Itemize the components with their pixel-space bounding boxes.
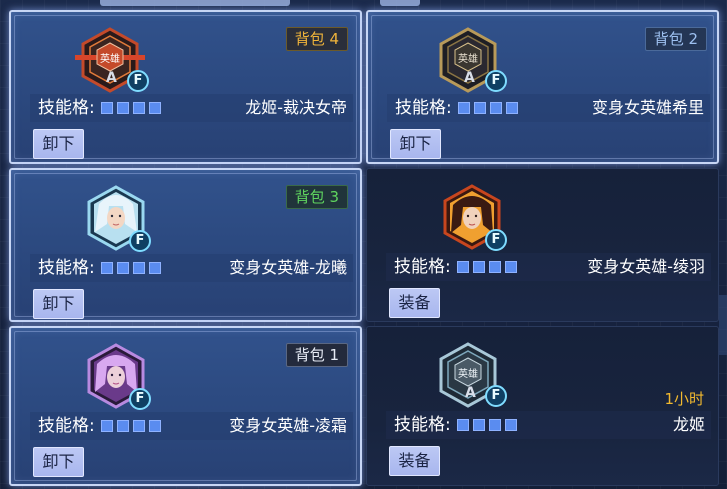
f-badge-icon[interactable]: F	[485, 70, 507, 92]
skill-slot[interactable]	[133, 102, 145, 114]
hero-card[interactable]: 背包 3 F 技能格: 变身女英雄-龙曦 卸下	[9, 168, 362, 322]
skill-slot[interactable]	[133, 262, 145, 274]
unequip-button[interactable]: 卸下	[33, 289, 84, 319]
emblem-label: 英雄	[100, 52, 120, 65]
skill-label: 技能格:	[38, 416, 95, 436]
hero-card[interactable]: 英雄 A F 1小时 技能格: 龙姬 装备	[366, 326, 719, 486]
skill-slots	[457, 419, 517, 431]
skill-label: 技能格:	[38, 98, 95, 118]
skill-slot[interactable]	[457, 419, 469, 431]
skill-slot[interactable]	[457, 261, 469, 273]
equip-button[interactable]: 装备	[389, 288, 440, 318]
hero-card[interactable]: 背包 4 英雄 A F 技能格: 龙姬-裁决女帝 卸下	[9, 10, 362, 164]
hero-name: 变身女英雄-绫羽	[587, 257, 705, 276]
rank-label: A	[464, 70, 475, 86]
info-row: 技能格: 变身女英雄-绫羽	[386, 253, 711, 281]
equip-button[interactable]: 装备	[389, 446, 440, 476]
skill-slot[interactable]	[149, 262, 161, 274]
hero-name: 龙姬	[672, 415, 705, 434]
skill-slot[interactable]	[117, 102, 129, 114]
unequip-button[interactable]: 卸下	[33, 447, 84, 477]
unequip-button[interactable]: 卸下	[33, 129, 84, 159]
skill-slot[interactable]	[101, 420, 113, 432]
rank-label: A	[465, 385, 476, 401]
skill-slots	[101, 420, 161, 432]
skill-slot[interactable]	[117, 420, 129, 432]
f-badge-icon[interactable]: F	[129, 230, 151, 252]
skill-label: 技能格:	[394, 415, 451, 435]
hero-card[interactable]: 背包 1 F 技能格: 变身女英雄-凌霜 卸下	[9, 326, 362, 486]
bag-badge: 背包 1	[285, 343, 348, 367]
skill-label: 技能格:	[38, 258, 95, 278]
skill-slot[interactable]	[101, 102, 113, 114]
hero-card[interactable]: 背包 2 英雄 A F 技能格: 变身女英雄希里 卸下	[366, 10, 719, 164]
expiry-timer: 1小时	[664, 390, 704, 408]
bag-badge: 背包 3	[285, 185, 348, 209]
f-badge-icon[interactable]: F	[127, 70, 149, 92]
hero-card[interactable]: F 技能格: 变身女英雄-绫羽 装备	[366, 168, 719, 322]
top-edge-strip	[100, 0, 290, 6]
bag-badge: 背包 4	[285, 27, 348, 51]
top-edge-strip	[380, 0, 420, 6]
skill-slot[interactable]	[505, 261, 517, 273]
f-badge-icon[interactable]: F	[485, 385, 507, 407]
skill-slots	[101, 262, 161, 274]
skill-slot[interactable]	[473, 261, 485, 273]
emblem-label: 英雄	[458, 367, 478, 380]
skill-slot[interactable]	[149, 102, 161, 114]
skill-slot[interactable]	[473, 419, 485, 431]
skill-label: 技能格:	[394, 257, 451, 277]
hero-name: 变身女英雄希里	[591, 98, 704, 117]
skill-slot[interactable]	[458, 102, 470, 114]
info-row: 技能格: 变身女英雄希里	[387, 94, 710, 122]
skill-slot[interactable]	[489, 419, 501, 431]
info-row: 技能格: 变身女英雄-凌霜	[30, 412, 353, 440]
skill-slot[interactable]	[149, 420, 161, 432]
emblem-label: 英雄	[458, 52, 478, 65]
f-badge-icon[interactable]: F	[485, 229, 507, 251]
hero-name: 龙姬-裁决女帝	[245, 98, 347, 117]
hero-name: 变身女英雄-龙曦	[229, 258, 347, 277]
info-row: 技能格: 龙姬	[386, 411, 711, 439]
skill-slot[interactable]	[101, 262, 113, 274]
bag-badge: 背包 2	[644, 27, 707, 51]
skill-label: 技能格:	[395, 98, 452, 118]
skill-slot[interactable]	[474, 102, 486, 114]
f-badge-icon[interactable]: F	[129, 388, 151, 410]
scrollbar-edge[interactable]	[719, 295, 727, 355]
skill-slot[interactable]	[490, 102, 502, 114]
skill-slot[interactable]	[506, 102, 518, 114]
skill-slots	[458, 102, 518, 114]
rank-label: A	[106, 70, 117, 86]
skill-slot[interactable]	[489, 261, 501, 273]
skill-slot[interactable]	[133, 420, 145, 432]
hero-name: 变身女英雄-凌霜	[229, 416, 347, 435]
skill-slots	[457, 261, 517, 273]
info-row: 技能格: 龙姬-裁决女帝	[30, 94, 353, 122]
info-row: 技能格: 变身女英雄-龙曦	[30, 254, 353, 282]
skill-slots	[101, 102, 161, 114]
unequip-button[interactable]: 卸下	[390, 129, 441, 159]
skill-slot[interactable]	[505, 419, 517, 431]
skill-slot[interactable]	[117, 262, 129, 274]
